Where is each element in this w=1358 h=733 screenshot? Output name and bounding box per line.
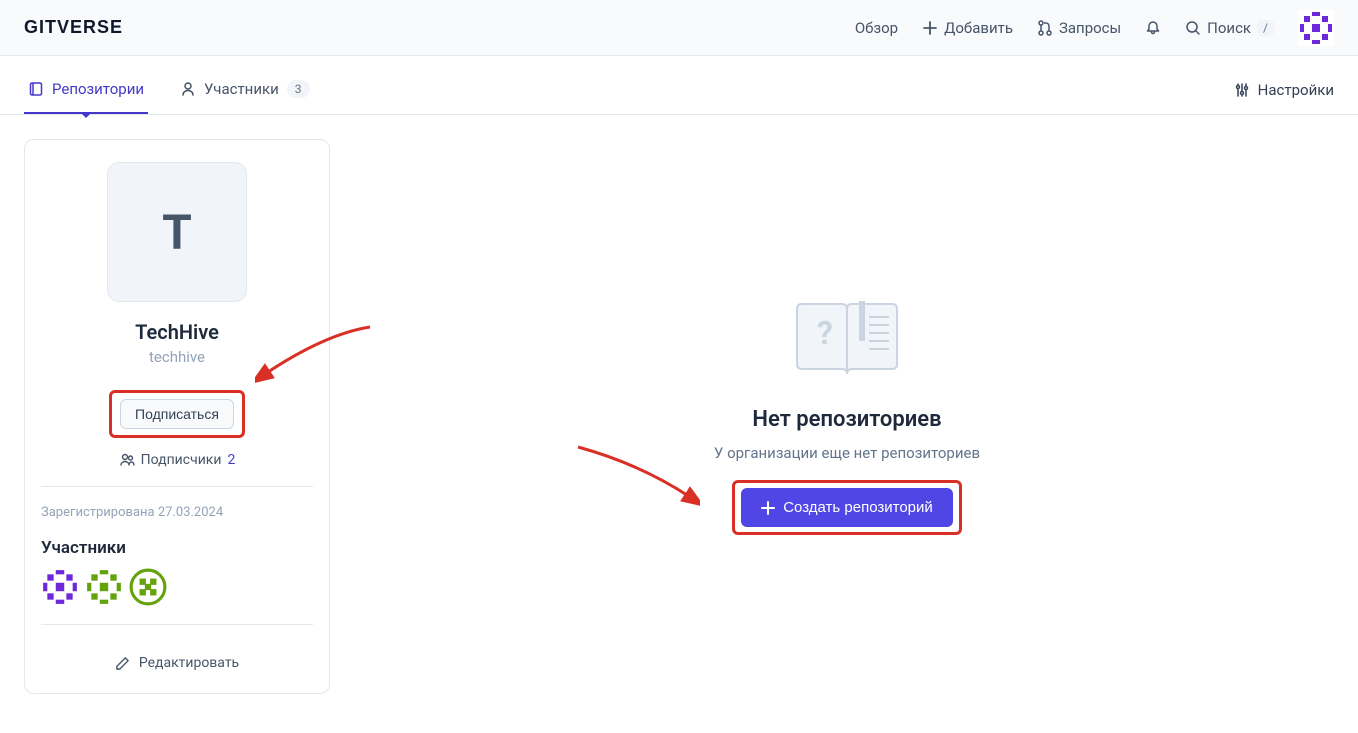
nav-notifications[interactable] [1145, 20, 1161, 36]
people-icon [119, 452, 135, 468]
sliders-icon [1234, 82, 1250, 98]
tab-repositories[interactable]: Репозитории [24, 66, 148, 114]
empty-subtitle: У организации еще нет репозиториев [714, 444, 980, 462]
content: T TechHive techhive Подписаться Подписчи… [0, 115, 1358, 718]
main-area: ? Нет репозиториев У организации еще нет… [360, 139, 1334, 535]
nav-requests-label: Запросы [1059, 19, 1121, 37]
settings-label: Настройки [1258, 81, 1334, 99]
person-icon [180, 81, 196, 97]
followers-label: Подписчики [141, 452, 222, 468]
annotation-highlight-create: Создать репозиторий [732, 480, 962, 535]
tab-members[interactable]: Участники 3 [176, 66, 313, 114]
plus-icon [922, 20, 938, 36]
svg-text:?: ? [817, 314, 833, 352]
member-avatar-2[interactable] [85, 568, 123, 606]
members-title: Участники [41, 538, 313, 558]
pencil-icon [115, 655, 131, 671]
nav-overview-label: Обзор [855, 19, 898, 37]
followers[interactable]: Подписчики 2 [41, 452, 313, 468]
org-handle: techhive [41, 348, 313, 366]
bell-icon [1145, 20, 1161, 36]
tab-repositories-label: Репозитории [52, 80, 144, 98]
create-repo-label: Создать репозиторий [783, 499, 933, 516]
top-header: GITVERSE Обзор Добавить Запросы Поис [0, 0, 1358, 56]
nav-requests[interactable]: Запросы [1037, 19, 1121, 37]
nav-add-label: Добавить [944, 19, 1013, 37]
edit-label: Редактировать [139, 655, 239, 671]
nav-overview[interactable]: Обзор [855, 19, 898, 37]
members-count-badge: 3 [287, 80, 310, 98]
annotation-arrow-create [570, 439, 700, 509]
followers-count: 2 [227, 452, 235, 468]
tabs-row: Репозитории Участники 3 Настройки [0, 66, 1358, 115]
header-nav: Обзор Добавить Запросы Поиск / [855, 10, 1334, 46]
repo-icon [28, 81, 44, 97]
pull-request-icon [1037, 20, 1053, 36]
annotation-highlight-subscribe: Подписаться [109, 390, 245, 438]
empty-title: Нет репозиториев [752, 407, 941, 432]
divider-2 [41, 624, 313, 625]
tab-members-label: Участники [204, 80, 279, 98]
divider [41, 486, 313, 487]
member-avatar-3[interactable] [129, 568, 167, 606]
settings-link[interactable]: Настройки [1234, 81, 1334, 99]
org-name: TechHive [41, 320, 313, 344]
plus-icon [761, 501, 775, 515]
search-icon [1185, 20, 1201, 36]
edit-link[interactable]: Редактировать [41, 655, 313, 671]
nav-search-label: Поиск [1207, 19, 1251, 37]
org-avatar: T [107, 162, 247, 302]
member-avatar-1[interactable] [41, 568, 79, 606]
empty-book-icon: ? [777, 289, 917, 389]
org-avatar-letter: T [162, 204, 192, 261]
create-wrap: Создать репозиторий [732, 480, 962, 535]
user-avatar[interactable] [1298, 10, 1334, 46]
nav-search[interactable]: Поиск / [1185, 19, 1274, 37]
create-repo-button[interactable]: Создать репозиторий [741, 488, 953, 527]
tabs-left: Репозитории Участники 3 [24, 66, 314, 114]
members-avatars [41, 568, 313, 606]
search-kbd: / [1257, 20, 1274, 36]
subscribe-wrap: Подписаться [41, 390, 313, 438]
registered-date: Зарегистрирована 27.03.2024 [41, 505, 313, 520]
logo[interactable]: GITVERSE [24, 17, 123, 38]
subscribe-button[interactable]: Подписаться [120, 399, 234, 429]
org-card: T TechHive techhive Подписаться Подписчи… [24, 139, 330, 694]
nav-add[interactable]: Добавить [922, 19, 1013, 37]
